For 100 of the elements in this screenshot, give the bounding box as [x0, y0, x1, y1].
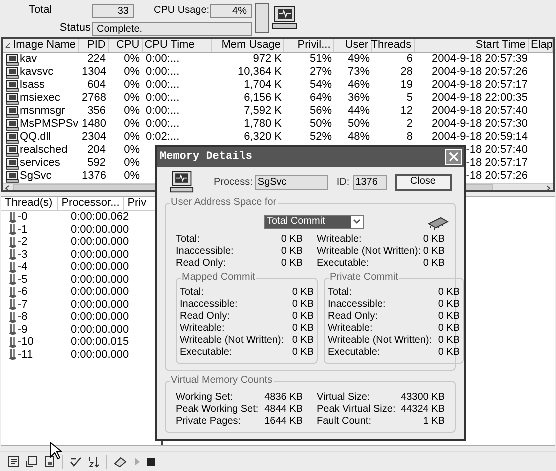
column-label: Mem Usage — [222, 39, 281, 52]
column-header[interactable]: Start Time — [414, 39, 529, 52]
checkmark-icon[interactable] — [70, 456, 82, 468]
table-cell: 0:00:... — [146, 66, 180, 78]
table-cell: 0% — [124, 157, 140, 169]
dropdown-value: Total Commit — [265, 216, 351, 228]
memory-label: Inaccessible: — [176, 246, 234, 258]
table-cell: 49% — [348, 53, 370, 65]
table-cell: 1480 — [82, 118, 106, 130]
column-header[interactable]: Privil... — [284, 39, 334, 52]
report-icon[interactable] — [8, 456, 20, 468]
table-cell: 48% — [348, 131, 370, 143]
table-cell: services — [20, 157, 60, 170]
table-cell: 604 — [88, 79, 106, 91]
column-label: Privil... — [298, 39, 331, 52]
stop-icon[interactable] — [147, 458, 155, 466]
table-cell: -3 — [18, 248, 28, 261]
process-icon — [6, 66, 19, 78]
table-cell: -11 — [18, 348, 34, 361]
table-cell: 51% — [310, 53, 332, 65]
memory-value: 0 KB — [438, 311, 460, 323]
memory-value: 0 KB — [292, 347, 314, 359]
table-cell: -18 20:57:40 — [466, 144, 528, 156]
table-cell: 0:00:00.000 — [71, 324, 130, 336]
column-header[interactable]: Thread(s) — [1, 197, 58, 210]
table-cell: -4 — [18, 261, 28, 274]
table-cell: 2004-9-18 20:57:30 — [432, 118, 528, 130]
table-cell: -7 — [18, 298, 28, 311]
memory-label: Read Only: — [180, 311, 230, 323]
column-header[interactable]: Processor... — [58, 197, 124, 210]
table-cell: msiexec — [20, 92, 60, 105]
table-cell: 8 — [406, 131, 413, 143]
memory-value: 0 KB — [438, 347, 460, 359]
table-cell: -5 — [18, 274, 28, 286]
table-cell: -8 — [18, 311, 28, 324]
table-cell: SgSvc — [20, 170, 52, 183]
memory-value: 0 KB — [292, 311, 314, 323]
memory-label: Inaccessible: — [180, 299, 238, 311]
graph-panel — [255, 3, 269, 33]
memory-label: Writeable: — [328, 323, 373, 335]
table-cell: 2004-9-18 20:57:40 — [432, 105, 528, 117]
memory-value: 0 KB — [438, 335, 460, 347]
table-cell: -18 20:57:26 — [466, 170, 528, 182]
dropdown[interactable]: Total Commit — [264, 215, 364, 229]
column-header[interactable]: PID — [79, 39, 109, 52]
column-header[interactable]: CPU — [108, 39, 143, 52]
close-button[interactable] — [445, 149, 462, 165]
group-title: Mapped Commit — [181, 272, 256, 284]
table-cell: 0% — [124, 105, 140, 117]
table-cell: 64% — [310, 92, 332, 104]
table-cell: 0% — [124, 92, 140, 104]
table-cell: 0:00:... — [146, 92, 180, 104]
table-cell: 12 — [400, 105, 413, 117]
table-cell: 356 — [88, 105, 106, 117]
table-cell: -6 — [18, 286, 28, 298]
table-cell: QQ.dll — [20, 131, 52, 144]
process-icon — [6, 92, 19, 104]
table-cell: lsass — [20, 79, 46, 92]
process-icon — [6, 132, 19, 144]
table-cell: 0% — [124, 144, 140, 156]
window-icon[interactable] — [26, 456, 38, 468]
memory-label: Executable: — [317, 258, 370, 270]
column-label: Start Time — [476, 39, 526, 52]
table-cell: 0:00:00.000 — [71, 348, 130, 361]
memory-value: 0 KB — [438, 299, 460, 311]
process-icon — [6, 80, 19, 92]
table-cell: 2004-9-18 20:57:26 — [432, 66, 528, 78]
process-icon — [6, 144, 19, 156]
memory-label: Read Only: — [176, 258, 226, 270]
eraser-icon[interactable] — [114, 456, 127, 468]
memory-value: 0 KB — [438, 323, 460, 335]
column-header[interactable]: Image Name — [3, 39, 79, 52]
table-cell: 52% — [310, 131, 332, 143]
document-icon[interactable] — [44, 456, 56, 468]
table-cell: kavsvc — [20, 66, 54, 79]
table-cell: 0% — [124, 53, 140, 65]
process-icon — [6, 118, 19, 130]
column-header[interactable]: Mem Usage — [212, 39, 284, 52]
memory-label: Writeable (Not Written): — [317, 246, 422, 258]
table-cell: 44% — [348, 105, 370, 117]
table-cell: 1376 — [82, 170, 106, 182]
table-cell: 0% — [124, 131, 140, 143]
table-cell: 0:00:00.000 — [71, 274, 130, 286]
chip-icon — [427, 216, 449, 230]
group-title: User Address Space for — [170, 197, 278, 209]
process-icon — [6, 158, 19, 170]
memory-value: 1 KB — [423, 416, 445, 428]
table-cell: 0:00:... — [146, 105, 180, 117]
column-header[interactable]: CPU Time — [142, 39, 212, 52]
table-cell: 36% — [348, 92, 370, 104]
column-header[interactable]: User — [334, 39, 372, 52]
close-dialog-button[interactable]: Close — [394, 174, 452, 190]
table-cell: 1,780 K — [244, 118, 282, 130]
memory-label: Read Only: — [328, 311, 378, 323]
table-cell: MsPMSPSv — [20, 118, 79, 131]
window-title: Memory Details — [160, 150, 252, 165]
memory-label: Peak Working Set: — [176, 404, 259, 416]
memory-label: Writeable: — [317, 234, 362, 246]
memory-value: 0 KB — [281, 258, 303, 270]
table-cell: 6 — [406, 53, 413, 65]
